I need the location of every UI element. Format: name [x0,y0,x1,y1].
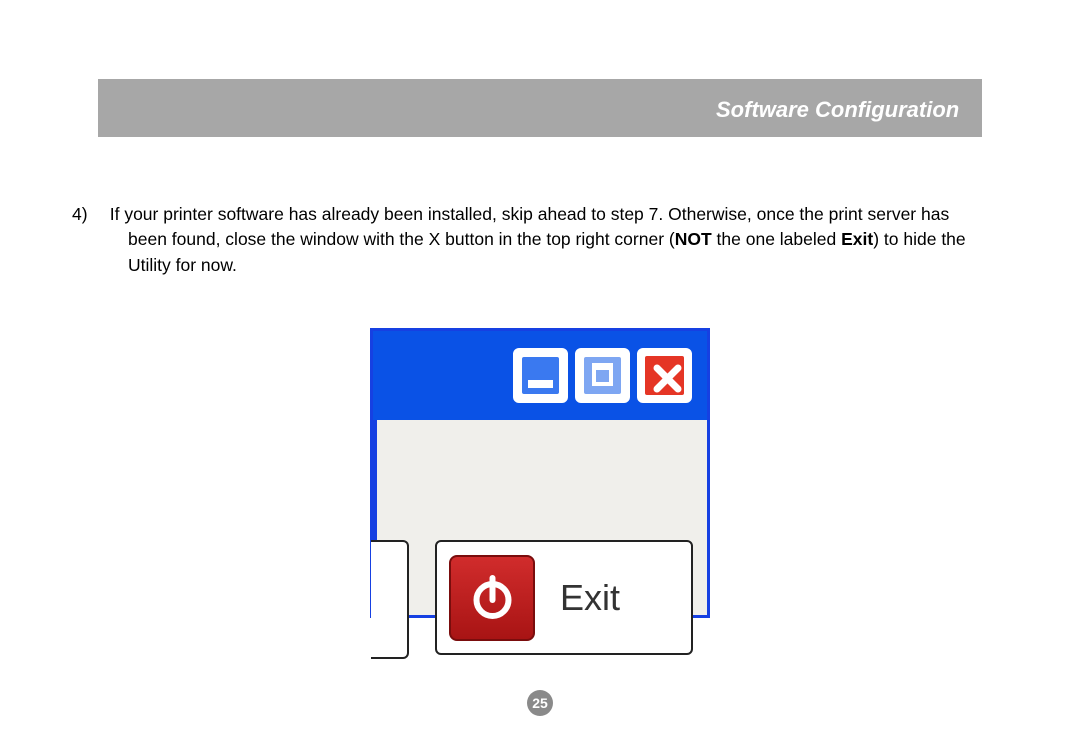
minimize-icon [528,380,553,388]
window-corner-figure: Exit [370,328,710,618]
maximize-button[interactable] [575,348,630,403]
close-icon [645,356,690,401]
step-not-word: NOT [675,229,712,249]
maximize-icon [592,363,613,386]
page-number-badge: 25 [527,690,553,716]
partial-button-edge [371,540,409,659]
window-body: Exit [373,420,707,615]
step-text-mid: the one labeled [712,229,841,249]
page-number: 25 [532,695,548,711]
page-section-title: Software Configuration [716,97,959,123]
step-exit-word: Exit [841,229,873,249]
power-icon [449,555,535,641]
exit-button[interactable]: Exit [435,540,693,655]
manual-page: Software Configuration 4) If your printe… [0,0,1080,752]
close-button[interactable] [637,348,692,403]
exit-button-label: Exit [560,577,620,619]
minimize-button[interactable] [513,348,568,403]
instruction-step: 4) If your printer software has already … [100,202,968,278]
window-titlebar [373,331,707,420]
